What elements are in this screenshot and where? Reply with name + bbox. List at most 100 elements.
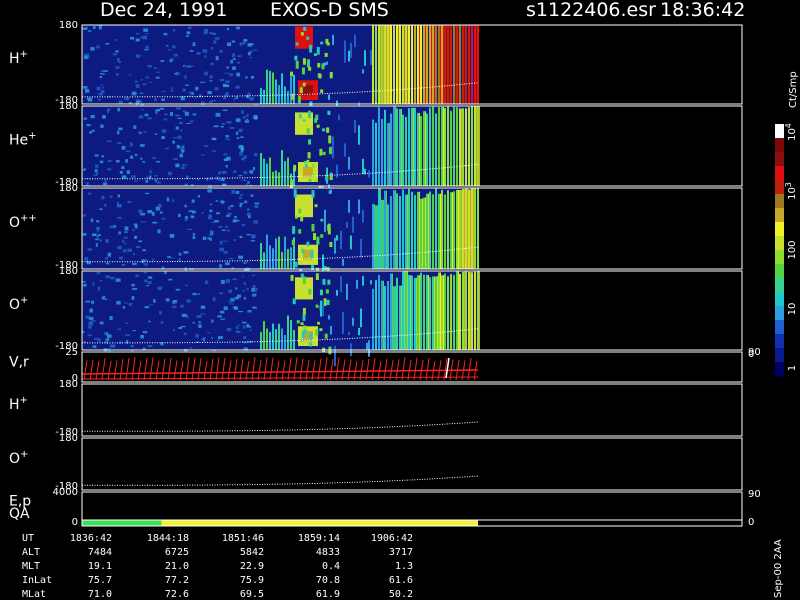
spectrogram-cell xyxy=(326,61,328,65)
spectrogram-stripe xyxy=(435,188,437,269)
spectrogram-cell xyxy=(247,43,253,47)
spectrogram-stripe xyxy=(413,107,414,186)
hot-spot-top xyxy=(295,194,313,218)
ephemeris-value: 19.1 xyxy=(88,561,112,572)
spectrogram-stripe xyxy=(387,123,389,186)
spectrogram-cell xyxy=(117,61,122,63)
spectrogram-stripe xyxy=(440,25,441,104)
spectrogram-cell xyxy=(316,124,320,128)
spectrogram-cell xyxy=(327,227,331,235)
spectrogram-cell xyxy=(238,196,242,199)
spectrogram-cell xyxy=(123,236,128,239)
spectrogram-stripe xyxy=(407,194,408,269)
spectrogram-cell xyxy=(364,50,366,66)
spectrogram-cell xyxy=(240,136,244,139)
spectrogram-cell xyxy=(239,151,243,156)
spectrogram-cell xyxy=(85,182,89,186)
colorbar-cell xyxy=(775,250,784,265)
spectrogram-cell xyxy=(87,334,93,337)
spectrogram-cell xyxy=(226,327,232,332)
spectrogram-cell xyxy=(143,28,148,32)
ephemeris-value: 1836:42 xyxy=(70,533,112,544)
spectrogram-cell xyxy=(316,240,320,245)
spectrogram-stripe xyxy=(408,25,410,104)
spectrogram-stripe xyxy=(435,113,437,186)
spectrogram-cell xyxy=(328,315,330,320)
spectrogram-stripe xyxy=(293,330,295,350)
spectrogram-cell xyxy=(336,164,338,178)
spectrogram-cell xyxy=(252,167,256,171)
spectrogram-cell xyxy=(209,75,213,79)
spectrogram-cell xyxy=(147,65,153,68)
spectrogram-cell xyxy=(152,221,158,224)
spectrogram-cell xyxy=(82,27,88,30)
spectrogram-cell xyxy=(233,98,236,101)
spectrogram-cell xyxy=(115,66,120,69)
spectrogram-stripe xyxy=(408,108,410,186)
spectrogram-cell xyxy=(161,136,165,140)
spectrogram-stripe xyxy=(426,25,428,104)
spectrogram-cell xyxy=(298,208,302,214)
spectrogram-cell xyxy=(190,215,195,219)
spectrogram-cell xyxy=(241,321,247,324)
spectrogram-cell xyxy=(128,302,132,307)
spectrogram-stripe xyxy=(447,190,449,269)
spectrogram-stripe xyxy=(414,195,416,269)
spectrogram-stripe xyxy=(462,189,464,269)
spectrogram-cell xyxy=(180,304,184,308)
spectrogram-cell xyxy=(91,300,94,304)
spectrogram-cell xyxy=(86,124,91,127)
colorbar-cell xyxy=(775,208,784,223)
spectrogram-cell xyxy=(147,117,152,120)
spectrogram-cell xyxy=(188,26,192,30)
spectrogram-cell xyxy=(135,54,141,58)
spectrogram-cell xyxy=(211,137,217,141)
spectrogram-cell xyxy=(153,299,156,303)
ephemeris-value: 5842 xyxy=(240,547,264,558)
spectrogram-cell xyxy=(184,218,188,221)
spectrogram-stripe xyxy=(386,190,387,269)
spectrogram-cell xyxy=(225,164,228,168)
spectrogram-cell xyxy=(160,60,165,62)
spectrogram-cell xyxy=(99,160,104,164)
spectrogram-cell xyxy=(220,126,224,128)
ephemeris-value: 21.0 xyxy=(165,561,189,572)
spectrogram-cell xyxy=(184,111,189,116)
spectrogram-cell xyxy=(239,204,242,208)
spectrogram-stripe xyxy=(441,275,443,350)
spectrogram-cell xyxy=(219,78,225,82)
spectrogram-cell xyxy=(132,330,136,332)
spectrogram-cell xyxy=(178,253,183,256)
spectrogram-cell xyxy=(101,155,105,158)
spectrogram-stripe xyxy=(435,276,437,350)
spectrogram-cell xyxy=(235,85,240,89)
spectrogram-cell xyxy=(100,124,104,128)
spectrogram-cell xyxy=(88,322,94,326)
spectrogram-cell xyxy=(84,256,88,261)
spectrogram-stripe xyxy=(383,25,384,104)
spectrogram-cell xyxy=(192,292,197,296)
spectrogram-cell xyxy=(169,233,175,238)
spectrogram-cell xyxy=(340,230,342,250)
spectrogram-cell xyxy=(221,123,225,125)
spectrogram-cell xyxy=(246,183,249,186)
spectrogram-cell xyxy=(134,80,138,83)
spectrogram-cell xyxy=(246,287,249,291)
spectrogram-cell xyxy=(138,115,144,119)
spectrogram-cell xyxy=(179,153,183,158)
spectrogram-stripe xyxy=(401,108,402,186)
spectrogram-stripe xyxy=(434,276,435,350)
spectrogram-cell xyxy=(87,248,93,251)
spectrogram-stripe xyxy=(374,204,375,269)
spectrogram-cell xyxy=(326,127,330,133)
spectrogram-cell xyxy=(334,345,336,367)
spectrogram-cell xyxy=(117,194,121,198)
spectrogram-stripe xyxy=(464,189,465,269)
spectrogram-stripe xyxy=(414,277,416,350)
spectrogram-stripe xyxy=(468,271,470,350)
spectrogram-cell xyxy=(135,84,140,88)
spectrogram-cell xyxy=(165,298,170,302)
spectrogram-cell xyxy=(226,42,232,46)
spectrogram-cell xyxy=(209,209,213,213)
spectrogram-stripe xyxy=(435,25,437,104)
